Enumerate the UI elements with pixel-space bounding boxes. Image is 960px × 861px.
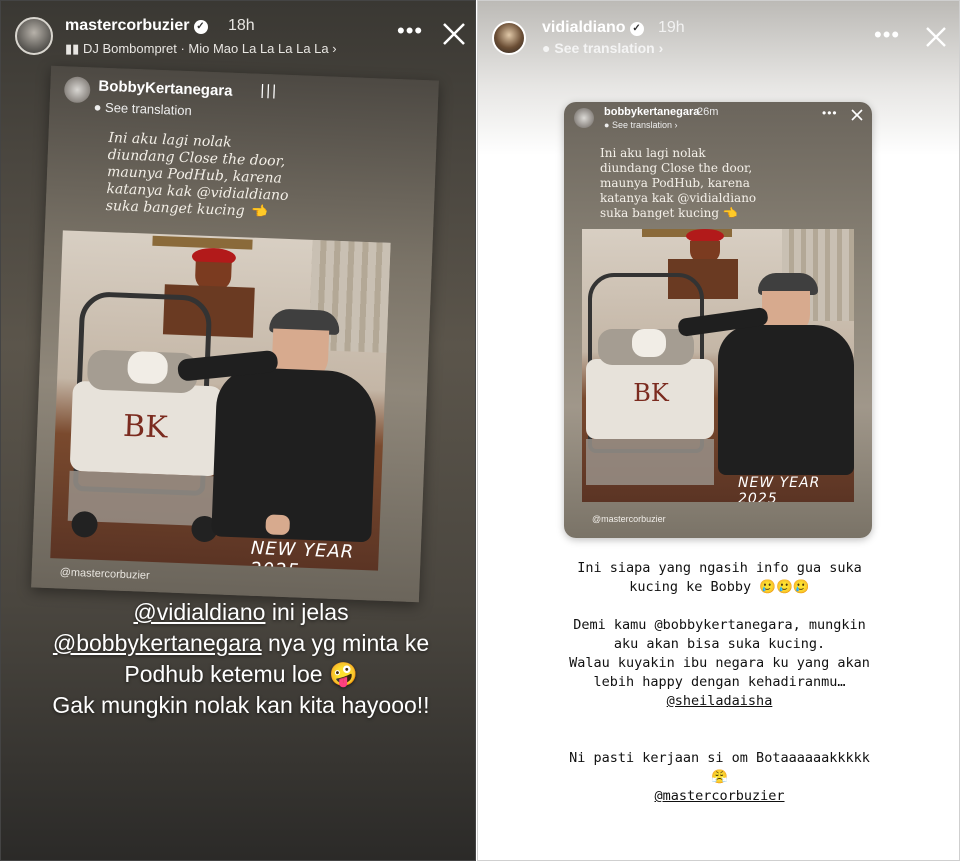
- shared-story-timestamp: 26m: [697, 106, 719, 118]
- mention-link[interactable]: @bobbykertanegara: [53, 630, 262, 656]
- left-story-header: mastercorbuzier ✓ 18h ▮▮ DJ Bombompret · …: [1, 1, 475, 71]
- more-icon: |||: [260, 81, 279, 100]
- more-icon[interactable]: •••: [397, 20, 423, 42]
- mention-link[interactable]: @sheiladaisha: [478, 692, 959, 711]
- music-label[interactable]: ▮▮ DJ Bombompret · Mio Mao La La La La L…: [65, 41, 337, 57]
- music-bars-icon: ▮▮: [65, 41, 80, 56]
- stroller-logo: BK: [122, 408, 169, 446]
- story-text-line: Ni pasti kerjaan si om Botaaaaaakkkkk: [569, 750, 870, 766]
- see-translation-link: ● See translation ›: [604, 120, 678, 130]
- chevron-right-icon: ›: [332, 41, 337, 56]
- shared-story-username: BobbyKertanegara: [98, 77, 233, 100]
- see-translation-link: ● See translation: [93, 99, 192, 118]
- story-text-body: Ini siapa yang ngasih info gua suka kuci…: [478, 559, 959, 806]
- shared-story-caption: Ini aku lagi nolak diundang Close the do…: [600, 146, 757, 220]
- mention-link[interactable]: @mastercorbuzier: [478, 787, 959, 806]
- avatar: [63, 76, 91, 104]
- stroller-logo: BK: [633, 379, 669, 407]
- close-icon: [851, 109, 863, 121]
- right-story-panel: vidialdiano ✓ 19h ● See translation › •••…: [477, 0, 960, 861]
- avatar: [574, 108, 594, 128]
- shared-story-photo: BK NEW YEAR 2025: [50, 230, 391, 571]
- story-timestamp: 18h: [228, 17, 255, 34]
- close-icon[interactable]: [441, 21, 467, 47]
- username-text: mastercorbuzier: [65, 17, 190, 34]
- shared-story-tag[interactable]: @mastercorbuzier: [592, 514, 666, 524]
- story-text-line: @vidialdiano ini jelas: [41, 597, 441, 628]
- story-text-line: lebih happy dengan kehadiranmu…: [593, 674, 846, 690]
- story-text-line: Walau kuyakin ibu negara ku yang akan: [569, 655, 870, 671]
- story-text-line: kucing ke Bobby 🥲🥲🥲: [629, 579, 810, 595]
- avatar[interactable]: [492, 21, 526, 55]
- story-text: Gak mungkin nolak kan kita hayooo!!: [52, 692, 430, 718]
- story-text-line: Gak mungkin nolak kan kita hayooo!!: [41, 690, 441, 721]
- shared-story-caption: Ini aku lagi nolak diundang Close the do…: [105, 130, 289, 221]
- story-text-line: Ini siapa yang ngasih info gua suka: [577, 560, 862, 576]
- story-timestamp: 19h: [658, 19, 685, 36]
- story-username[interactable]: vidialdiano ✓: [542, 19, 644, 37]
- shared-story-tag[interactable]: @mastercorbuzier: [59, 566, 149, 581]
- music-title: DJ Bombompret · Mio Mao La La La La La: [82, 41, 329, 56]
- mention-link[interactable]: @vidialdiano: [133, 599, 265, 625]
- chevron-right-icon: ›: [674, 120, 678, 130]
- verified-badge-icon: ✓: [629, 22, 644, 36]
- shared-story-card[interactable]: BobbyKertanegara ||| ● See translation I…: [31, 65, 439, 603]
- story-text-line: @bobbykertanegara nya yg minta ke: [41, 628, 441, 659]
- shared-story-card[interactable]: bobbykertanegara 26m ● See translation ›…: [564, 102, 872, 538]
- story-text-line: aku akan bisa suka kucing.: [613, 636, 826, 652]
- translate-icon: ●: [542, 40, 551, 56]
- translate-label: See translation: [554, 40, 655, 56]
- story-text-line: Demi kamu @bobbykertanegara, mungkin: [573, 617, 866, 633]
- shared-story-username: bobbykertanegara: [604, 106, 700, 118]
- story-text-line: Podhub ketemu loe 🤪: [41, 659, 441, 690]
- chevron-right-icon: ›: [658, 40, 664, 56]
- left-story-panel: mastercorbuzier ✓ 18h ▮▮ DJ Bombompret · …: [0, 0, 476, 861]
- shared-story-photo: BK NEW YEAR 2025: [582, 229, 854, 502]
- photo-text: NEW YEAR 2025: [738, 475, 821, 502]
- more-icon[interactable]: •••: [874, 24, 900, 46]
- avatar[interactable]: [15, 17, 53, 55]
- story-text-overlay: @vidialdiano ini jelas @bobbykertanegara…: [41, 597, 441, 721]
- translate-icon: ●: [604, 120, 610, 130]
- more-icon: •••: [822, 106, 838, 120]
- photo-text: NEW YEAR 2025: [249, 537, 355, 571]
- emoji: 😤: [711, 769, 728, 785]
- story-text: ini jelas: [265, 599, 349, 625]
- username-text: vidialdiano: [542, 19, 626, 36]
- story-text: Podhub ketemu loe 🤪: [124, 661, 358, 687]
- translate-label: See translation: [611, 120, 672, 130]
- translate-icon: ●: [93, 99, 102, 115]
- close-icon[interactable]: [924, 25, 948, 49]
- story-username[interactable]: mastercorbuzier ✓: [65, 17, 208, 35]
- story-text: nya yg minta ke: [261, 630, 430, 656]
- translate-label: See translation: [104, 99, 193, 119]
- verified-badge-icon: ✓: [193, 20, 208, 34]
- see-translation-link[interactable]: ● See translation ›: [542, 40, 663, 56]
